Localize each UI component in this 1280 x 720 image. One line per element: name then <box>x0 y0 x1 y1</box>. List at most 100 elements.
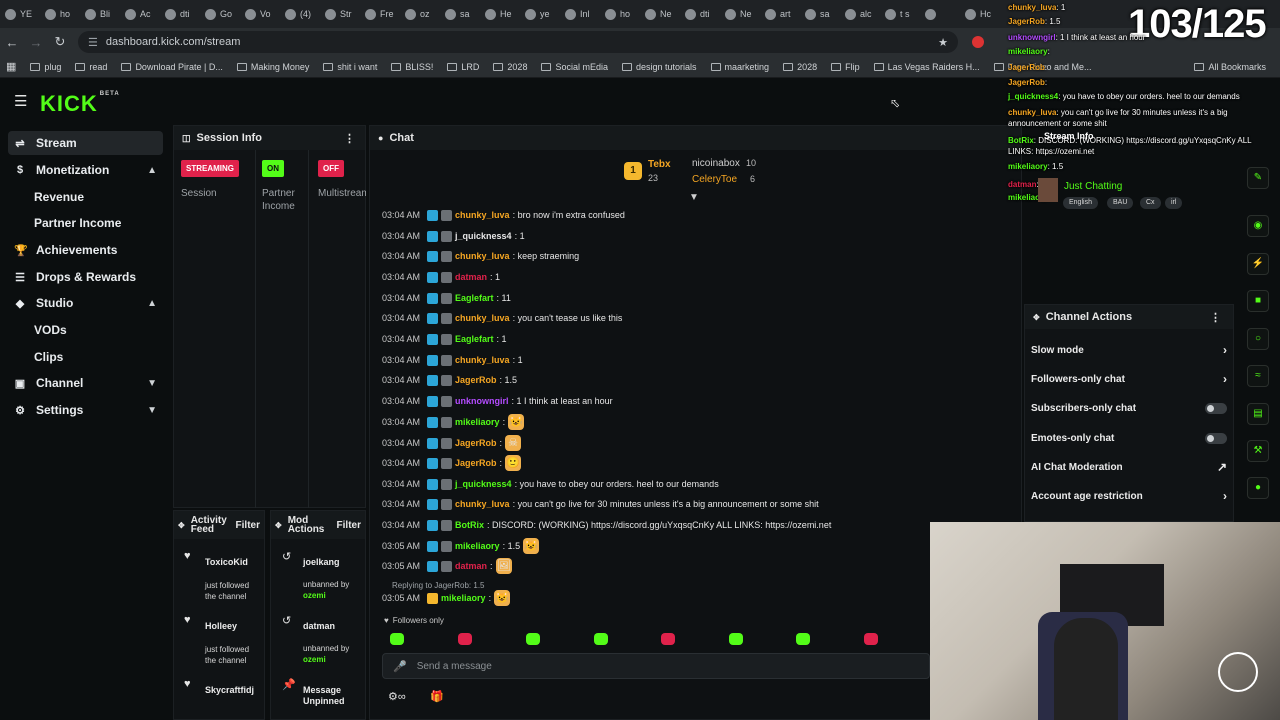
mod-action-title[interactable]: joelkang <box>303 557 353 568</box>
mod-action-by[interactable]: ozemi <box>303 591 326 600</box>
bookmark-item[interactable]: Flip <box>831 62 860 72</box>
quick-emote-icon[interactable] <box>458 633 472 645</box>
capture-icon[interactable]: ◉ <box>1247 215 1269 237</box>
sidebar-item-settings[interactable]: ⚙ Settings ▼ <box>8 398 163 422</box>
browser-tab[interactable]: t s <box>880 0 920 28</box>
edit-icon[interactable]: ✎ <box>1247 167 1269 189</box>
chevron-icon[interactable]: ▲ <box>147 298 157 309</box>
browser-tab[interactable]: ho <box>40 0 80 28</box>
chat-icon[interactable]: ○ <box>1247 328 1269 350</box>
browser-tab[interactable]: YE <box>0 0 40 28</box>
sidebar-item-studio[interactable]: ◆ Studio ▲ <box>8 291 163 315</box>
bookmark-item[interactable]: Las Vegas Raiders H... <box>873 62 980 72</box>
stream-tag[interactable]: irl <box>1165 197 1183 209</box>
feed-username[interactable]: Skycraftfidj <box>205 685 254 695</box>
chat-username[interactable]: chunky_luva <box>455 313 510 323</box>
sidebar-item-revenue[interactable]: Revenue <box>8 185 163 209</box>
wrench-icon[interactable]: ⚒ <box>1247 440 1269 462</box>
channel-action-ai-chat-moderation[interactable]: AI Chat Moderation ↗ <box>1031 459 1227 475</box>
collapse-leaderboard-icon[interactable]: ▼ <box>689 192 699 203</box>
people-icon[interactable]: ● <box>1247 477 1269 499</box>
chat-message[interactable]: 03:04 AM BotRix: DISCORD: (WORKING) https… <box>382 517 831 533</box>
chat-message[interactable]: 03:04 AM j_quickness4: 1 <box>382 228 525 244</box>
chat-message[interactable]: 03:04 AM chunky_luva: 1 <box>382 352 523 368</box>
bookmark-item[interactable]: 2028 <box>493 62 527 72</box>
bookmark-item[interactable]: LRD <box>447 62 479 72</box>
extension-icon[interactable] <box>972 36 984 48</box>
browser-tab[interactable]: Ne <box>640 0 680 28</box>
leader-name[interactable]: Tebx <box>648 159 671 170</box>
browser-tab[interactable]: art <box>760 0 800 28</box>
chat-username[interactable]: mikeliaory <box>441 593 486 603</box>
quick-emote-icon[interactable] <box>729 633 743 645</box>
bookmark-item[interactable]: Making Money <box>236 62 309 72</box>
chat-message[interactable]: 03:04 AM mikeliaory: 😺 <box>382 414 525 430</box>
bookmark-item[interactable]: plug <box>30 62 61 72</box>
chat-username[interactable]: chunky_luva <box>455 210 510 220</box>
chat-message[interactable]: 03:05 AM mikeliaory: 1.5 😺 <box>382 538 540 554</box>
quick-emote-icon[interactable] <box>864 633 878 645</box>
browser-tab[interactable]: Go <box>200 0 240 28</box>
lightning-icon[interactable]: ⚡ <box>1247 253 1269 275</box>
sidebar-item-achievements[interactable]: 🏆 Achievements <box>8 238 163 262</box>
chat-username[interactable]: Eaglefart <box>455 334 494 344</box>
channel-action-account-age-restriction[interactable]: Account age restriction › <box>1031 488 1227 504</box>
sidebar-item-channel[interactable]: ▣ Channel ▼ <box>8 371 163 395</box>
stream-tag[interactable]: Cx <box>1140 197 1161 209</box>
microphone-icon[interactable]: 🎤 <box>393 660 407 673</box>
channel-action-slow-mode[interactable]: Slow mode › <box>1031 342 1227 358</box>
chat-username[interactable]: j_quickness4 <box>455 479 512 489</box>
chat-username[interactable]: JagerRob <box>455 438 497 448</box>
chat-message[interactable]: 03:04 AM chunky_luva: bro now i'm extra c… <box>382 207 625 223</box>
browser-tab[interactable]: ho <box>600 0 640 28</box>
stream-category[interactable]: Just Chatting <box>1064 181 1122 192</box>
chat-username[interactable]: chunky_luva <box>455 499 510 509</box>
chat-message[interactable]: 03:04 AM JagerRob: 1.5 <box>382 372 517 388</box>
channel-actions-menu-icon[interactable]: ⋮ <box>1210 311 1221 324</box>
forward-icon[interactable]: → <box>24 35 48 50</box>
browser-tab[interactable]: He <box>480 0 520 28</box>
broadcast-icon[interactable]: ≈ <box>1247 365 1269 387</box>
bookmark-item[interactable]: read <box>75 62 107 72</box>
chat-username[interactable]: BotRix <box>455 520 484 530</box>
chat-username[interactable]: unknowngirl <box>455 396 509 406</box>
chat-username[interactable]: chunky_luva <box>455 355 510 365</box>
chat-username[interactable]: JagerRob <box>455 458 497 468</box>
chat-message[interactable]: 03:04 AM JagerRob: 🙂 <box>382 455 522 471</box>
sidebar-item-stream[interactable]: ⇌ Stream <box>8 131 163 155</box>
site-info-icon[interactable]: ☰ <box>88 36 98 49</box>
chevron-icon[interactable]: ▼ <box>147 378 157 389</box>
chat-username[interactable]: chunky_luva <box>455 251 510 261</box>
apps-grid-icon[interactable]: ▦ <box>6 60 16 73</box>
browser-tab[interactable]: oz <box>400 0 440 28</box>
bookmark-item[interactable]: 2028 <box>783 62 817 72</box>
gift-icon[interactable]: 🎁 <box>430 690 444 703</box>
mod-action-title[interactable]: datman <box>303 621 353 632</box>
mod-action-by[interactable]: ozemi <box>303 655 326 664</box>
chat-message[interactable]: 03:04 AM chunky_luva: you can't tease us … <box>382 310 622 326</box>
chat-username[interactable]: mikeliaory <box>455 417 500 427</box>
chevron-icon[interactable]: ▲ <box>147 165 157 176</box>
channel-action-followers-only-chat[interactable]: Followers-only chat › <box>1031 371 1227 387</box>
url-field[interactable]: ☰ dashboard.kick.com/stream ★ <box>78 31 958 53</box>
chat-message[interactable]: 03:05 AM mikeliaory: 😺 <box>382 590 511 606</box>
chat-message[interactable]: 03:04 AM chunky_luva: keep straeming <box>382 248 579 264</box>
quick-emote-icon[interactable] <box>594 633 608 645</box>
browser-tab[interactable]: Fre <box>360 0 400 28</box>
stream-tag[interactable]: English <box>1063 197 1098 209</box>
browser-tab[interactable]: dti <box>160 0 200 28</box>
bookmark-item[interactable]: Download Pirate | D... <box>121 62 223 72</box>
browser-tab[interactable]: sa <box>800 0 840 28</box>
mod-action-title[interactable]: Message Unpinned <box>303 685 353 707</box>
sidebar-item-partner-income[interactable]: Partner Income <box>8 211 163 235</box>
reload-icon[interactable]: ↻ <box>48 34 72 50</box>
chat-input[interactable]: 🎤 Send a message <box>382 653 930 679</box>
browser-tab[interactable]: Bli <box>80 0 120 28</box>
bookmark-item[interactable]: BLISS! <box>391 62 433 72</box>
browser-tab[interactable]: sa <box>440 0 480 28</box>
chat-username[interactable]: JagerRob <box>455 375 497 385</box>
feed-username[interactable]: Holleey <box>205 621 237 631</box>
chat-username[interactable]: datman <box>455 272 487 282</box>
toggle-switch[interactable] <box>1205 402 1227 414</box>
chat-message[interactable]: 03:04 AM JagerRob: ☠ <box>382 435 522 451</box>
